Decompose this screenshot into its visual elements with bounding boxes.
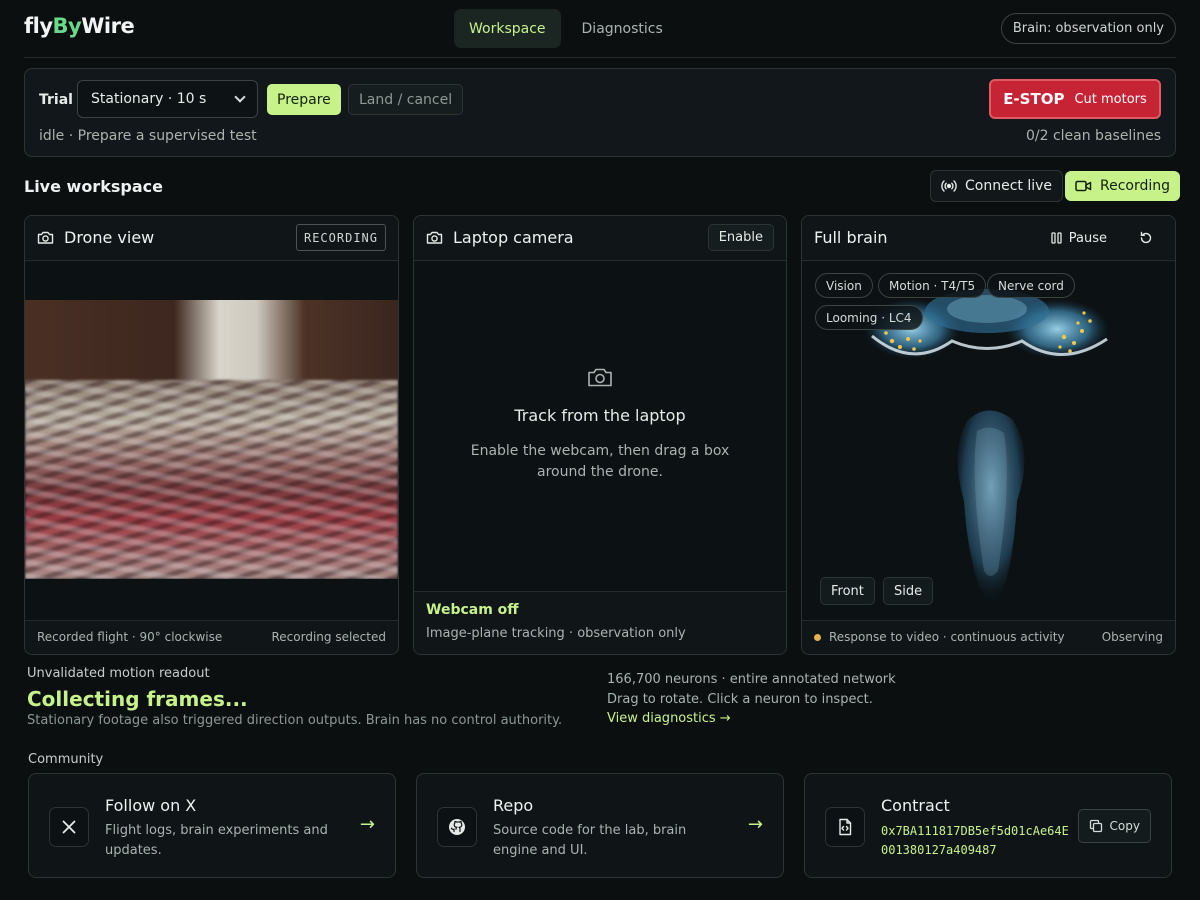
trial-select[interactable]: Stationary · 10 s xyxy=(77,80,258,118)
header-divider xyxy=(24,57,1176,58)
connect-live-button[interactable]: Connect live xyxy=(930,170,1064,202)
copy-icon xyxy=(1089,819,1102,833)
view-diagnostics-link[interactable]: View diagnostics → xyxy=(607,711,731,726)
drone-view-footer: Recorded flight · 90° clockwise Recordin… xyxy=(25,620,398,654)
repo-card[interactable]: Repo Source code for the lab, brain engi… xyxy=(416,773,784,878)
contract-address: 0x7BA111817DB5ef5d01cAe64E001380127a4094… xyxy=(881,824,1069,857)
brain-stats: 166,700 neurons · entire annotated netwo… xyxy=(607,670,896,710)
chip-looming[interactable]: Looming · LC4 xyxy=(815,305,923,330)
arrow-right-icon: → xyxy=(747,814,763,835)
recording-badge: RECORDING xyxy=(295,224,386,251)
follow-x-desc: Flight logs, brain experiments and updat… xyxy=(105,823,328,858)
laptop-camera-card: Laptop camera Enable Track from the lapt… xyxy=(413,215,787,655)
webcam-status: Webcam off xyxy=(426,602,519,618)
chevron-down-icon xyxy=(234,91,246,103)
app-logo[interactable]: flyByWire xyxy=(24,14,135,38)
drone-view-card: Drone view RECORDING Recorded flight · 9… xyxy=(24,215,399,655)
full-brain-title: Full brain xyxy=(814,228,888,247)
brain-foot-left: Response to video · continuous activity xyxy=(829,630,1065,644)
laptop-camera-footer: Webcam off Image-plane tracking · observ… xyxy=(414,591,786,654)
status-dot xyxy=(814,634,821,641)
trial-status: idle · Prepare a supervised test xyxy=(39,128,257,144)
estop-sublabel: Cut motors xyxy=(1074,91,1147,107)
drone-foot-left: Recorded flight · 90° clockwise xyxy=(37,630,223,644)
recording-label: Recording xyxy=(1100,178,1171,194)
file-code-icon xyxy=(825,807,865,847)
contract-card: Contract 0x7BA111817DB5ef5d01cAe64E00138… xyxy=(804,773,1172,878)
full-brain-footer: Response to video · continuous activity … xyxy=(802,620,1175,654)
camera-icon xyxy=(37,231,54,244)
readout-note: Stationary footage also triggered direct… xyxy=(27,713,563,728)
laptop-camera-header: Laptop camera Enable xyxy=(414,216,786,261)
drone-view-title: Drone view xyxy=(64,228,155,247)
brain-mode-badge: Brain: observation only xyxy=(1000,13,1176,44)
trial-select-value: Stationary · 10 s xyxy=(91,91,207,107)
drone-foot-right: Recording selected xyxy=(271,630,387,644)
drone-view-header: Drone view RECORDING xyxy=(25,216,398,261)
prepare-button[interactable]: Prepare xyxy=(267,84,341,115)
tab-workspace[interactable]: Workspace xyxy=(454,9,561,48)
camera-icon xyxy=(426,231,443,244)
contract-title: Contract xyxy=(881,796,950,815)
brain-stats-neurons: 166,700 neurons · entire annotated netwo… xyxy=(607,672,896,687)
brain-stats-hint: Drag to rotate. Click a neuron to inspec… xyxy=(607,692,873,707)
github-icon xyxy=(437,807,477,847)
copy-button[interactable]: Copy xyxy=(1077,809,1151,843)
logo-part-c: Wire xyxy=(81,14,135,38)
section-title: Live workspace xyxy=(24,177,163,196)
copy-label: Copy xyxy=(1109,819,1140,833)
tab-diagnostics[interactable]: Diagnostics xyxy=(567,9,678,48)
reset-button[interactable] xyxy=(1139,226,1153,250)
trial-panel: Trial Stationary · 10 s Prepare Land / c… xyxy=(24,68,1176,157)
readout-caption: Unvalidated motion readout xyxy=(27,666,210,681)
estop-label: E-STOP xyxy=(1003,90,1065,108)
estop-button[interactable]: E-STOP Cut motors xyxy=(989,79,1161,119)
logo-part-b: By xyxy=(52,14,82,38)
recording-button[interactable]: Recording xyxy=(1065,171,1181,201)
chip-vision[interactable]: Vision xyxy=(815,273,873,298)
repo-title: Repo xyxy=(493,796,534,815)
laptop-placeholder-title: Track from the laptop xyxy=(514,406,686,425)
pause-icon xyxy=(1051,232,1062,244)
pause-label: Pause xyxy=(1068,230,1107,246)
arrow-right-icon: → xyxy=(359,814,375,835)
follow-x-card[interactable]: Follow on X Flight logs, brain experimen… xyxy=(28,773,396,878)
chip-nerve-cord[interactable]: Nerve cord xyxy=(987,273,1075,298)
full-brain-header: Full brain Pause xyxy=(802,216,1175,261)
laptop-placeholder: Track from the laptop Enable the webcam,… xyxy=(414,366,786,483)
logo-part-a: fly xyxy=(24,14,53,38)
laptop-placeholder-text: Enable the webcam, then drag a box aroun… xyxy=(470,443,730,480)
land-cancel-button[interactable]: Land / cancel xyxy=(348,84,464,115)
x-logo-icon xyxy=(49,807,89,847)
follow-x-title: Follow on X xyxy=(105,796,197,815)
enable-webcam-button[interactable]: Enable xyxy=(707,224,774,251)
drone-video-frame xyxy=(25,300,398,579)
side-view-button[interactable]: Side xyxy=(883,577,934,605)
top-nav: Workspace Diagnostics xyxy=(454,9,678,48)
readout-value: Collecting frames... xyxy=(27,687,248,711)
brain-foot-right: Observing xyxy=(1101,630,1163,644)
community-label: Community xyxy=(28,752,104,767)
full-brain-card: Full brain Pause Vision Motion · T4/T5 N… xyxy=(801,215,1176,655)
front-view-button[interactable]: Front xyxy=(820,577,875,605)
baselines-count: 0/2 clean baselines xyxy=(1025,128,1161,144)
pause-button[interactable]: Pause xyxy=(1051,226,1107,250)
repo-desc: Source code for the lab, brain engine an… xyxy=(493,823,687,858)
laptop-camera-title: Laptop camera xyxy=(453,228,574,247)
reset-icon xyxy=(1140,231,1152,244)
video-icon xyxy=(1075,180,1092,192)
connect-live-label: Connect live xyxy=(965,178,1053,194)
broadcast-icon xyxy=(941,180,957,192)
camera-icon xyxy=(588,368,612,387)
chip-motion[interactable]: Motion · T4/T5 xyxy=(878,273,987,298)
trial-label: Trial xyxy=(39,92,73,108)
webcam-status-sub: Image-plane tracking · observation only xyxy=(426,626,686,641)
